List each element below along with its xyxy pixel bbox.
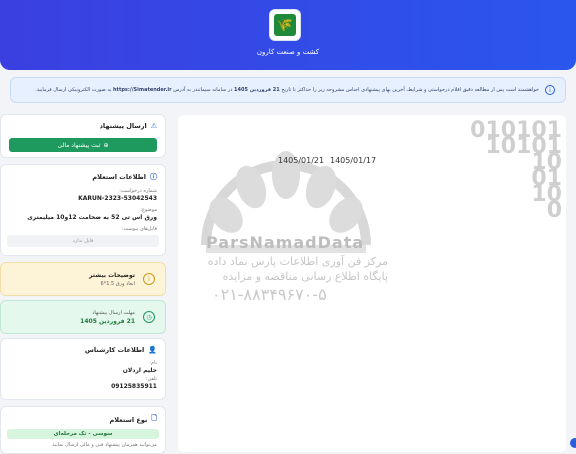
more-info-text: ابعاد ورق 1.5*6 xyxy=(100,280,135,287)
inquiry-info-title: اطلاعات استعلام xyxy=(92,173,146,181)
attachments-empty: فایل ندارد xyxy=(7,235,159,247)
notice-text: خواهشمند است پس از مطالعه دقیق اقلام درخ… xyxy=(35,87,539,93)
notice-deadline: 21 فروردین 1405 xyxy=(234,87,280,93)
expert-info-title: اطلاعات کارشناس xyxy=(84,346,145,354)
company-name: کشت و صنعت کارون xyxy=(256,48,320,56)
watermark-name: ParsNamadData xyxy=(206,233,365,252)
more-info-card: i توضیحات بیشتر ابعاد ورق 1.5*6 xyxy=(0,262,166,296)
more-info-title: توضیحات بیشتر xyxy=(89,271,135,279)
watermark-digits: 010101 10101 10 01 10 0 xyxy=(470,118,562,223)
clock-icon: ◷ xyxy=(143,311,155,323)
expert-info-card: 👤 اطلاعات کارشناس نام: حلیم اردلان تلفن:… xyxy=(0,338,166,400)
inquiry-subject: ورق اس تی 52 به ضخامت 12و10 میلیمتری xyxy=(27,214,157,221)
expert-name: حلیم اردلان xyxy=(122,367,157,374)
user-icon: 👤 xyxy=(148,346,157,354)
app-header: 🌾 کشت و صنعت کارون xyxy=(0,0,576,70)
wheat-logo-icon: 🌾 xyxy=(274,14,296,36)
inquiry-type-card: 🗋 نوع استعلام سوسی - تک مرحله‌ای می‌توان… xyxy=(0,406,166,454)
deadline-card: ◷ مهلت ارسال پیشنهاد 21 فروردین 1405 xyxy=(0,300,166,334)
inquiry-type-note: می‌توانید همزمان پیشنهاد فنی و مالی ارسا… xyxy=(52,442,157,448)
watermark-line1: مرکز فن آوری اطلاعات پارس نماد داده xyxy=(207,255,388,268)
info-icon: ⓘ xyxy=(150,173,157,181)
notice-link[interactable]: https://Simatender.ir xyxy=(113,87,172,93)
inquiry-type-badge: سوسی - تک مرحله‌ای xyxy=(7,429,159,439)
deadline-label: مهلت ارسال پیشنهاد xyxy=(92,309,135,316)
submit-financial-offer-button[interactable]: ⊕ ثبت پیشنهاد مالی xyxy=(9,138,157,152)
warning-icon: ⚠ xyxy=(150,122,157,130)
notice-banner: i خواهشمند است پس از مطالعه دقیق اقلام د… xyxy=(10,77,566,103)
watermark-phone: ۰۲۱-۸۸۳۴۹۶۷۰-۵ xyxy=(212,285,327,304)
request-number: KARUN-2323-53042543 xyxy=(78,195,157,202)
document-viewer[interactable]: 010101 10101 10 01 10 0 1405/01/21 1405/… xyxy=(178,115,566,452)
plus-circle-icon: ⊕ xyxy=(103,141,109,149)
send-offer-card: ⚠ ارسال پیشنهاد ⊕ ثبت پیشنهاد مالی xyxy=(0,114,166,158)
watermark-line2: پایگاه اطلاع رسانی مناقصه و مزایده xyxy=(222,270,388,283)
company-logo: 🌾 xyxy=(269,9,301,41)
chat-button[interactable] xyxy=(570,438,576,448)
send-offer-title: ارسال پیشنهاد xyxy=(99,122,147,130)
deadline-value: 21 فروردین 1405 xyxy=(80,317,135,325)
info-icon: i xyxy=(143,273,155,285)
document-date-right: 1405/01/17 xyxy=(330,156,377,165)
inquiry-info-card: ⓘ اطلاعات استعلام شماره درخواست: KARUN-2… xyxy=(0,164,166,256)
inquiry-type-title: نوع استعلام xyxy=(109,415,148,424)
info-icon: i xyxy=(545,85,555,95)
expert-phone: 09125835911 xyxy=(111,383,157,390)
document-date-left: 1405/01/21 xyxy=(278,156,325,165)
document-icon: 🗋 xyxy=(151,414,157,422)
